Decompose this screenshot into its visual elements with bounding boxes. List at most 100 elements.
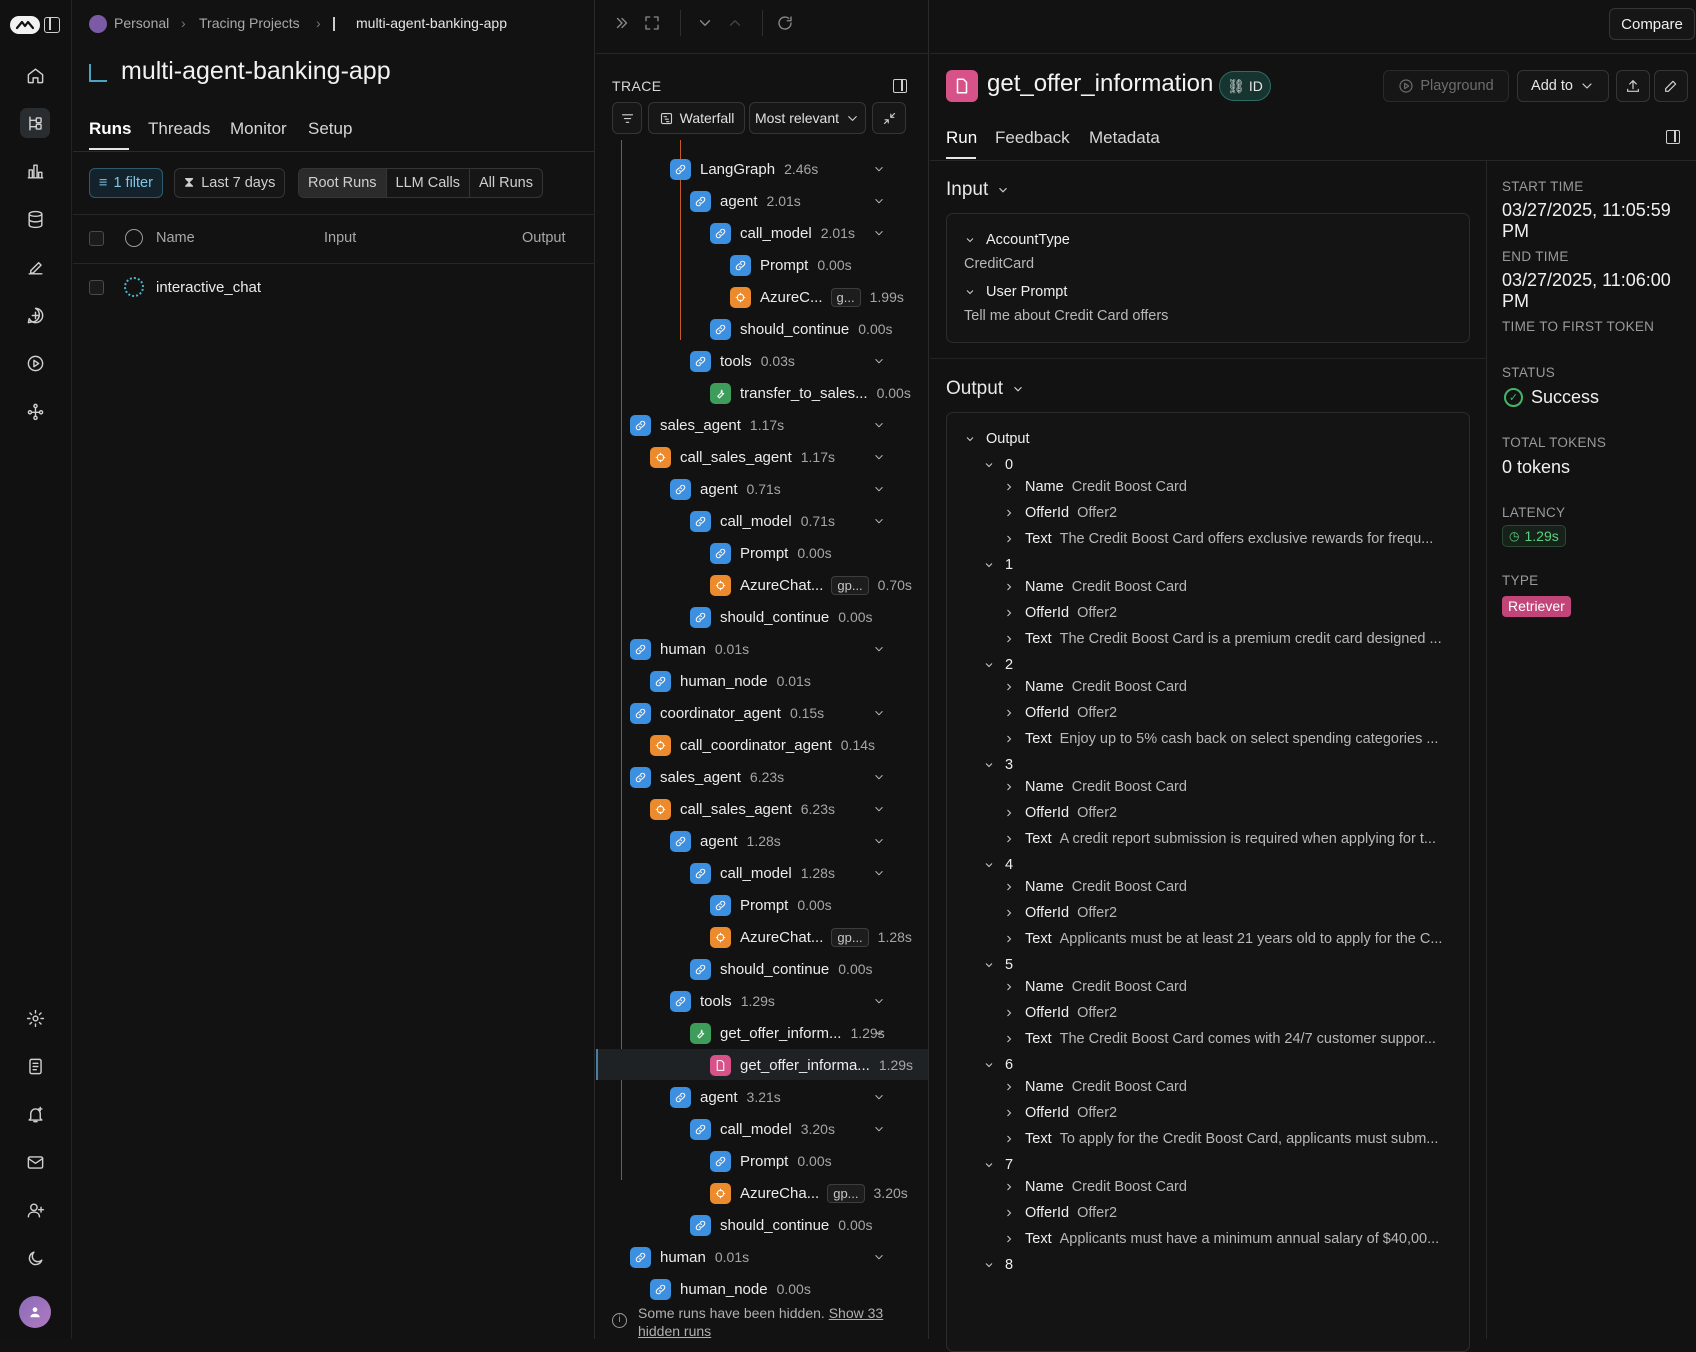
trace-node[interactable]: call_sales_agent 1.17s: [650, 442, 892, 472]
expand-icon[interactable]: [638, 8, 666, 38]
share-button[interactable]: [1616, 70, 1650, 102]
breadcrumb-section[interactable]: Tracing Projects: [199, 15, 300, 31]
root-runs-option[interactable]: Root Runs: [299, 169, 387, 197]
collapse-all-button[interactable]: [872, 102, 906, 134]
output-field-offer[interactable]: OfferId Offer2: [1003, 505, 1117, 521]
output-item-index[interactable]: 8: [983, 1257, 1013, 1273]
output-field-text[interactable]: Text To apply for the Credit Boost Card, …: [1003, 1131, 1438, 1147]
output-field-text[interactable]: Text The Credit Boost Card offers exclusi…: [1003, 531, 1433, 547]
output-field-offer[interactable]: OfferId Offer2: [1003, 1205, 1117, 1221]
trace-node[interactable]: AzureCha... gp... 3.20s: [710, 1178, 908, 1208]
chevron-down-icon[interactable]: [872, 1250, 886, 1264]
trace-node[interactable]: should_continue 0.00s: [710, 314, 893, 344]
run-name[interactable]: interactive_chat: [156, 279, 261, 296]
chevron-down-icon[interactable]: [872, 226, 886, 240]
chevron-down-icon[interactable]: [872, 354, 886, 368]
trace-node[interactable]: call_model 0.71s: [690, 506, 892, 536]
chevron-down-icon[interactable]: [872, 194, 886, 208]
chevron-down-icon[interactable]: [872, 482, 886, 496]
output-item-index[interactable]: 3: [983, 757, 1013, 773]
edit-button[interactable]: [1654, 70, 1688, 102]
trace-node[interactable]: sales_agent 1.17s: [630, 410, 892, 440]
notifications-icon[interactable]: [20, 1099, 50, 1129]
logo[interactable]: [10, 16, 40, 34]
tab-runs[interactable]: Runs: [89, 119, 132, 139]
breadcrumb-project[interactable]: multi-agent-banking-app: [356, 15, 507, 31]
output-item-index[interactable]: 2: [983, 657, 1013, 673]
output-field-name[interactable]: Name Credit Boost Card: [1003, 1179, 1187, 1195]
output-field-text[interactable]: Text A credit report submission is requir…: [1003, 831, 1436, 847]
chevron-down-icon[interactable]: [872, 418, 886, 432]
sidebar-toggle-icon[interactable]: [44, 17, 60, 33]
refresh-icon[interactable]: [771, 8, 799, 38]
trace-node[interactable]: call_model 2.01s: [710, 218, 892, 248]
prompts-icon[interactable]: [20, 300, 50, 330]
output-field-name[interactable]: Name Credit Boost Card: [1003, 779, 1187, 795]
table-row[interactable]: interactive_chat: [73, 264, 595, 312]
tab-threads[interactable]: Threads: [148, 119, 210, 139]
trace-node[interactable]: coordinator_agent 0.15s: [630, 698, 892, 728]
playground-button[interactable]: Playground: [1383, 70, 1509, 102]
output-root[interactable]: Output: [964, 431, 1030, 447]
output-field-offer[interactable]: OfferId Offer2: [1003, 1105, 1117, 1121]
copy-id-button[interactable]: ⛓ ID: [1219, 71, 1271, 101]
monitoring-icon[interactable]: [20, 156, 50, 186]
all-runs-option[interactable]: All Runs: [470, 169, 542, 197]
sort-dropdown[interactable]: Most relevant: [749, 102, 866, 134]
trace-node[interactable]: tools 1.29s: [670, 986, 892, 1016]
docs-icon[interactable]: [20, 1051, 50, 1081]
next-run-chevron-down-icon[interactable]: [691, 8, 719, 38]
output-field-name[interactable]: Name Credit Boost Card: [1003, 679, 1187, 695]
tab-feedback[interactable]: Feedback: [995, 128, 1070, 148]
trace-node[interactable]: human 0.01s: [630, 1242, 892, 1272]
output-item-index[interactable]: 7: [983, 1157, 1013, 1173]
mail-icon[interactable]: [20, 1147, 50, 1177]
tab-monitor[interactable]: Monitor: [230, 119, 287, 139]
output-field-offer[interactable]: OfferId Offer2: [1003, 805, 1117, 821]
trace-node[interactable]: call_coordinator_agent 0.14s: [650, 730, 892, 760]
compare-button[interactable]: Compare: [1609, 8, 1695, 40]
output-item-index[interactable]: 1: [983, 557, 1013, 573]
trace-node[interactable]: LangGraph 2.46s: [670, 154, 892, 184]
output-field-name[interactable]: Name Credit Boost Card: [1003, 479, 1187, 495]
output-field-offer[interactable]: OfferId Offer2: [1003, 1005, 1117, 1021]
trace-node[interactable]: AzureChat... gp... 1.28s: [710, 922, 912, 952]
input-field[interactable]: User Prompt: [964, 284, 1067, 300]
trace-node[interactable]: human_node 0.01s: [650, 666, 892, 696]
chevron-down-icon[interactable]: [872, 514, 886, 528]
output-field-name[interactable]: Name Credit Boost Card: [1003, 979, 1187, 995]
trace-node[interactable]: agent 3.21s: [670, 1082, 892, 1112]
chevron-down-icon[interactable]: [872, 834, 886, 848]
output-field-offer[interactable]: OfferId Offer2: [1003, 705, 1117, 721]
trace-node[interactable]: transfer_to_sales... 0.00s: [710, 378, 911, 408]
trace-node[interactable]: Prompt 0.00s: [730, 250, 892, 280]
playground-icon[interactable]: [20, 348, 50, 378]
trace-panel-layout-icon[interactable]: [893, 79, 907, 93]
breadcrumb-workspace[interactable]: Personal: [114, 15, 169, 31]
tab-setup[interactable]: Setup: [308, 119, 352, 139]
output-section-header[interactable]: Output: [946, 378, 1025, 400]
chevron-down-icon[interactable]: [872, 770, 886, 784]
trace-node[interactable]: AzureChat... gp... 0.70s: [710, 570, 912, 600]
filter-chip[interactable]: ≡ 1 filter: [89, 168, 163, 198]
tab-metadata[interactable]: Metadata: [1089, 128, 1160, 148]
trace-node[interactable]: Prompt 0.00s: [710, 538, 892, 568]
input-section-header[interactable]: Input: [946, 179, 1010, 201]
theme-moon-icon[interactable]: [20, 1243, 50, 1273]
output-item-index[interactable]: 6: [983, 1057, 1013, 1073]
output-field-text[interactable]: Text Applicants must be at least 21 years…: [1003, 931, 1442, 947]
input-field[interactable]: AccountType: [964, 232, 1070, 248]
trace-node[interactable]: human 0.01s: [630, 634, 892, 664]
output-field-offer[interactable]: OfferId Offer2: [1003, 905, 1117, 921]
trace-node[interactable]: call_sales_agent 6.23s: [650, 794, 892, 824]
trace-node[interactable]: call_model 1.28s: [690, 858, 892, 888]
chevron-down-icon[interactable]: [872, 1122, 886, 1136]
date-range-chip[interactable]: ⧗ Last 7 days: [174, 168, 286, 198]
trace-filter-button[interactable]: [612, 102, 642, 134]
output-field-text[interactable]: Text The Credit Boost Card comes with 24/…: [1003, 1031, 1436, 1047]
trace-node[interactable]: should_continue 0.00s: [690, 1210, 892, 1240]
chevron-down-icon[interactable]: [872, 1090, 886, 1104]
trace-node[interactable]: should_continue 0.00s: [690, 954, 892, 984]
trace-node[interactable]: sales_agent 6.23s: [630, 762, 892, 792]
chevron-down-icon[interactable]: [872, 450, 886, 464]
